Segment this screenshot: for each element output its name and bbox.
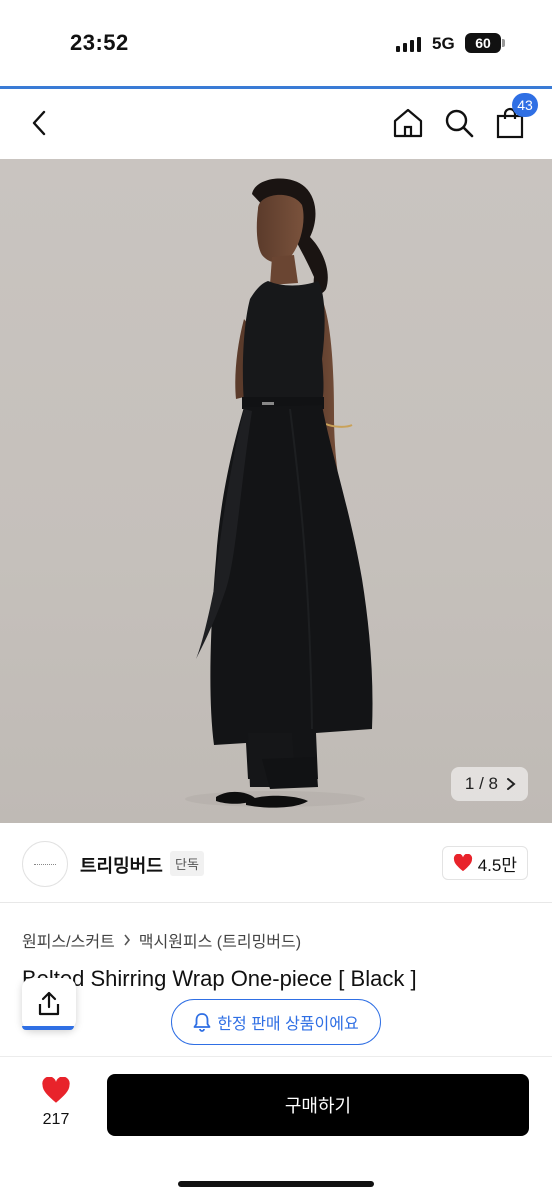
breadcrumb-subcategory[interactable]: 맥시원피스 (트리밍버드): [139, 928, 301, 952]
cart-button[interactable]: 43: [492, 93, 538, 141]
chevron-right-icon: [507, 778, 516, 790]
product-image-gallery[interactable]: 1 / 8: [0, 159, 552, 823]
image-counter-text: 1 / 8: [464, 774, 498, 793]
product-title: Belted Shirring Wrap One-piece [ Black ]: [22, 966, 417, 991]
buy-button[interactable]: 구매하기: [107, 1074, 529, 1136]
share-button[interactable]: [22, 978, 76, 1030]
back-button[interactable]: [22, 105, 58, 141]
home-icon: [393, 108, 423, 138]
search-button[interactable]: [441, 105, 477, 141]
image-counter[interactable]: 1 / 8: [450, 767, 528, 801]
heart-icon: [42, 1076, 70, 1103]
shop-info: 트리밍버드 단독 4.5만: [0, 823, 552, 903]
breadcrumb: 원피스/스커트 맥시원피스 (트리밍버드): [22, 928, 301, 952]
network-label: 5G: [432, 34, 455, 53]
shop-like-button[interactable]: 4.5만: [441, 846, 528, 880]
chevron-left-icon: [32, 110, 46, 136]
home-button[interactable]: [390, 105, 426, 141]
breadcrumb-category[interactable]: 원피스/스커트: [22, 928, 115, 952]
share-icon: [38, 991, 60, 1016]
limited-sale-notice[interactable]: 한정 판매 상품이에요: [171, 999, 381, 1045]
signal-icon: [396, 36, 421, 52]
like-button[interactable]: 217: [28, 1076, 84, 1129]
bell-icon: [193, 1013, 211, 1032]
purchase-bar: 217 구매하기: [0, 1056, 552, 1200]
heart-icon: [453, 854, 472, 872]
shop-name[interactable]: 트리밍버드: [80, 852, 163, 878]
product-photo: [185, 178, 373, 808]
search-icon: [445, 109, 474, 138]
battery-icon: 60: [465, 33, 505, 53]
status-bar: 23:52 5G 60: [0, 0, 552, 86]
cart-count-badge: 43: [512, 93, 538, 117]
top-nav: 43: [0, 89, 552, 159]
like-count: 217: [42, 1111, 70, 1128]
chevron-right-icon: [124, 934, 130, 946]
shop-logo[interactable]: [22, 841, 68, 887]
home-indicator: [178, 1181, 374, 1187]
shop-like-count: 4.5만: [477, 855, 517, 875]
limited-sale-label: 한정 판매 상품이에요: [217, 1016, 359, 1033]
status-time: 23:52: [70, 30, 129, 55]
exclusive-tag: 단독: [170, 851, 204, 876]
